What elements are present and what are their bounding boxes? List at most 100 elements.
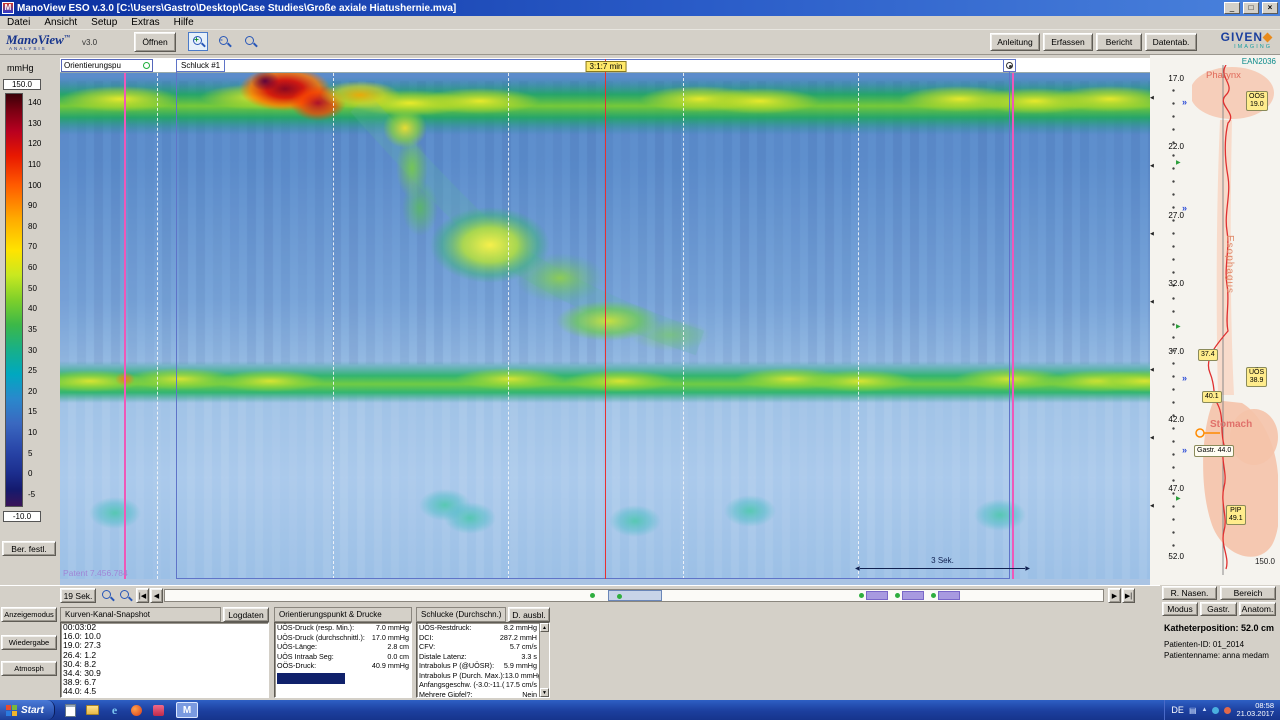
hide-data-button[interactable]: D. ausbl. (508, 607, 550, 622)
pressure-tick: -5 (28, 491, 41, 499)
r-nasen-button[interactable]: R. Nasen. (1162, 586, 1217, 600)
menu-ansicht[interactable]: Ansicht (37, 17, 84, 28)
swallow-marker[interactable] (617, 594, 622, 599)
timeline-track[interactable] (164, 589, 1104, 602)
swallow-marker[interactable] (859, 593, 864, 598)
region-handle-icon (1006, 62, 1013, 69)
tray-status-icon[interactable] (1224, 707, 1231, 714)
pressure-min-box[interactable]: -10.0 (3, 511, 41, 522)
time-cursor-badge[interactable]: 3:1:7 min (586, 61, 627, 72)
les-badge[interactable]: UÖS 38.9 (1246, 367, 1267, 387)
menu-hilfe[interactable]: Hilfe (167, 17, 201, 28)
step-back-button[interactable] (150, 588, 163, 603)
event-segment[interactable] (938, 591, 960, 600)
close-button[interactable] (1262, 2, 1278, 14)
quicklaunch-media-icon[interactable] (128, 702, 145, 718)
badge-40-1[interactable]: 40.1 (1202, 391, 1222, 403)
pharynx-label: Pharynx (1206, 70, 1241, 81)
manometry-plot-area: Orientierungspu Schluck #1 3:1:7 min 3 S… (60, 58, 1150, 585)
playback-mode-button[interactable]: Wiedergabe (1, 635, 57, 650)
swallow-region-label[interactable]: Schluck #1 (176, 59, 225, 72)
selected-time-range[interactable] (608, 590, 662, 601)
scroll-down-icon[interactable] (540, 688, 549, 697)
menu-extras[interactable]: Extras (124, 17, 166, 28)
timeline-zoom-out-button[interactable] (117, 587, 134, 603)
stomach-label: Stomach (1210, 419, 1252, 430)
maximize-button[interactable] (1243, 2, 1259, 14)
zoom-in-tool-button[interactable] (188, 32, 208, 51)
quicklaunch-app-icon[interactable] (62, 702, 79, 718)
metric-row: UÖS-Druck (resp. Min.):7.0 mmHg (275, 623, 411, 633)
zoom-out-tool-button[interactable] (214, 32, 234, 51)
system-tray: DE 08:58 21.03.2017 (1164, 700, 1280, 720)
display-mode-button[interactable]: Anzeigemodus (1, 607, 57, 622)
landmark-handle-icon[interactable] (143, 62, 150, 69)
event-segment[interactable] (902, 591, 924, 600)
swallow-region-handle[interactable] (1003, 59, 1016, 72)
snapshot-list[interactable]: 00:03:02 16.0: 10.0 19.0: 27.3 26.4: 1.2… (60, 622, 269, 698)
zoom-reset-tool-button[interactable] (240, 32, 260, 51)
modus-button[interactable]: Modus (1162, 602, 1198, 616)
snapshot-tab[interactable]: Kurven-Kanal-Snapshot (60, 607, 221, 622)
anatom-button[interactable]: Anatom. (1239, 602, 1276, 616)
keyboard-icon[interactable] (1189, 706, 1197, 715)
landmarks-values-box: UÖS-Druck (resp. Min.):7.0 mmHg UÖS-Druc… (274, 622, 412, 698)
quicklaunch-browser-icon[interactable] (106, 702, 123, 718)
datentab-button[interactable]: Datentab. (1145, 33, 1197, 51)
uos-upper-badge[interactable]: OÖS 19.0 (1246, 91, 1268, 111)
pressure-tick: 0 (28, 470, 41, 478)
scrollbar[interactable] (539, 623, 549, 697)
menu-datei[interactable]: Datei (0, 17, 37, 28)
erfassen-button[interactable]: Erfassen (1043, 33, 1093, 51)
pressure-tick: 10 (28, 429, 41, 437)
language-indicator[interactable]: DE (1171, 705, 1184, 715)
selected-row-highlight[interactable] (277, 673, 345, 684)
scroll-up-icon[interactable] (540, 623, 549, 632)
time-window-button[interactable]: 19 Sek. (60, 588, 96, 603)
timeline-zoom-in-button[interactable] (99, 587, 116, 603)
step-forward-button[interactable] (1108, 588, 1121, 603)
gastric-badge[interactable]: Gastr. 44.0 (1194, 445, 1234, 457)
swallow-marker[interactable] (590, 593, 595, 598)
bereich-button[interactable]: Bereich (1220, 586, 1276, 600)
version-label: v3.0 (82, 38, 97, 47)
swallow-region-box[interactable]: Schluck #1 (176, 59, 1010, 579)
window-titlebar: ManoView ESO v.3.0 [C:\Users\Gastro\Desk… (0, 0, 1280, 16)
pressure-max-box[interactable]: 150.0 (3, 79, 41, 90)
quicklaunch-folder-icon[interactable] (84, 702, 101, 718)
pressure-tick: 120 (28, 140, 41, 148)
marker-line-left[interactable] (124, 73, 126, 579)
anleitung-button[interactable]: Anleitung (990, 33, 1040, 51)
manoview-taskbar-button[interactable] (176, 702, 198, 718)
start-button[interactable]: Start (0, 700, 55, 720)
gastr-button[interactable]: Gastr. (1200, 602, 1237, 616)
marker-line-right[interactable] (1012, 73, 1014, 579)
pip-badge[interactable]: PIP 49.1 (1226, 505, 1246, 525)
atmosphere-button[interactable]: Atmosph (1, 661, 57, 676)
swallow-marker[interactable] (931, 593, 936, 598)
messenger-icon (153, 705, 164, 716)
tray-status-icon[interactable] (1212, 707, 1219, 714)
quicklaunch-messenger-icon[interactable] (150, 702, 167, 718)
set-range-button[interactable]: Ber. festl. (2, 541, 56, 556)
time-scale-line (855, 565, 1030, 572)
swallow-marker[interactable] (895, 593, 900, 598)
badge-37-4[interactable]: 37.4 (1198, 349, 1218, 361)
metric-row: Distale Latenz:3.3 s (417, 652, 539, 662)
event-segment[interactable] (866, 591, 888, 600)
open-button[interactable]: Öffnen (134, 32, 176, 52)
logdata-button[interactable]: Logdaten (223, 607, 269, 622)
time-cursor-line[interactable] (605, 59, 606, 579)
window-title: ManoView ESO v.3.0 [C:\Users\Gastro\Desk… (17, 3, 1221, 14)
clock[interactable]: 08:58 21.03.2017 (1236, 702, 1274, 719)
bottom-panel-area: Anzeigemodus Wiedergabe Atmosph Kurven-K… (0, 605, 1160, 700)
bericht-button[interactable]: Bericht (1096, 33, 1142, 51)
go-end-button[interactable] (1122, 588, 1135, 603)
go-start-button[interactable] (136, 588, 149, 603)
landmark-label-box[interactable]: Orientierungspu (61, 59, 153, 72)
menu-setup[interactable]: Setup (84, 17, 124, 28)
minimize-button[interactable] (1224, 2, 1240, 14)
snapshot-row[interactable]: 44.0: 4.5 (61, 687, 268, 696)
menu-bar: Datei Ansicht Setup Extras Hilfe (0, 16, 1280, 30)
tray-expand-icon[interactable] (1202, 707, 1208, 713)
